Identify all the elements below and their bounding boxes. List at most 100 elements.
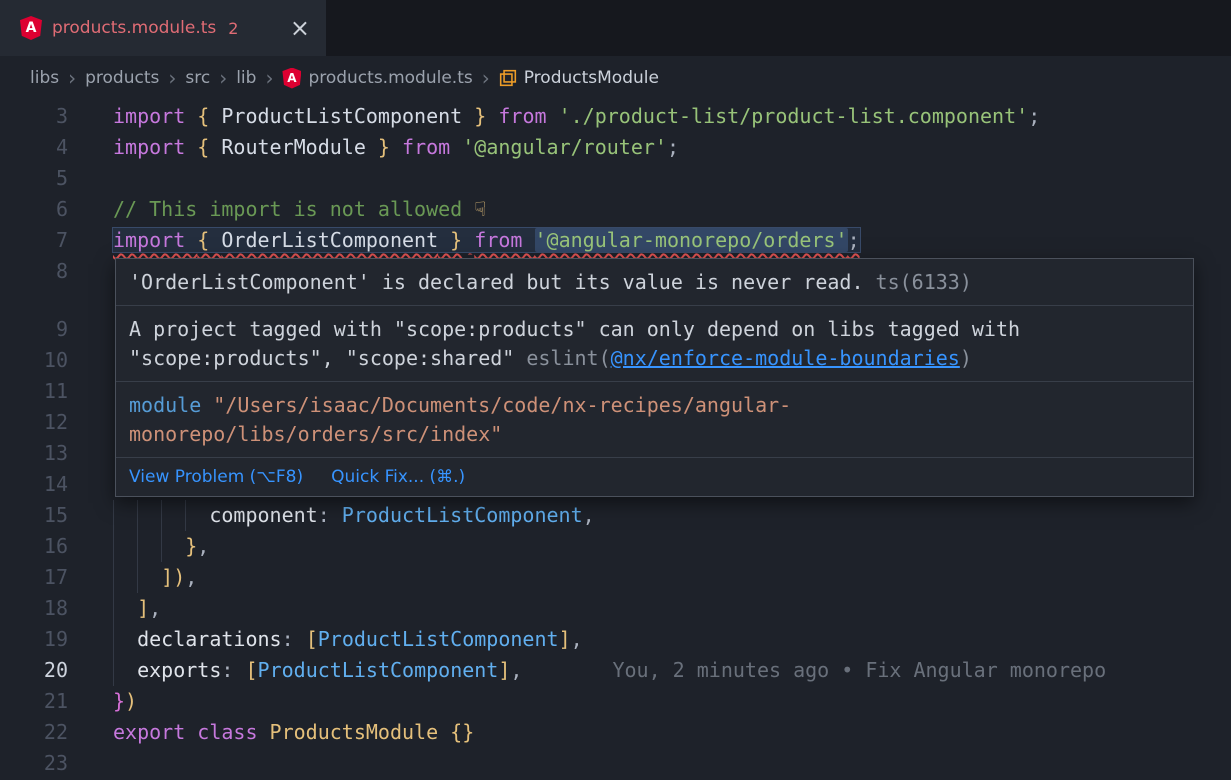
breadcrumb-item-products-module-ts[interactable]: Aproducts.module.ts [282,68,472,89]
code-token [113,534,185,558]
line-number: 23 [0,748,68,779]
code-line-4[interactable]: 4 import { RouterModule } from '@angular/… [0,132,1231,163]
code-token: './product-list/product-list.component' [559,104,1029,128]
code-line-21[interactable]: 21}) [0,686,1231,717]
code-text[interactable]: declarations: [ProductListComponent], [113,624,583,655]
code-line-6[interactable]: 6// This import is not allowed ☟ [0,194,1231,225]
code-token: ProductListComponent [342,503,583,527]
code-token: ] [559,627,571,651]
code-line-17[interactable]: 17 ]), [0,562,1231,593]
code-token [113,565,161,589]
code-token [462,228,474,252]
code-token: ] [137,596,149,620]
module-path-text-1: "/Users/isaac/Documents/code/nx-recipes/… [213,393,791,417]
code-token: '@angular/router' [462,135,667,159]
code-token: : [318,503,342,527]
module-path-line-1: module"/Users/isaac/Documents/code/nx-re… [129,391,1180,420]
line-number: 9 [0,314,68,345]
code-editor[interactable]: 'OrderListComponent' is declared but its… [0,100,1231,780]
code-text[interactable]: }) [113,686,137,717]
code-token: component [209,503,317,527]
code-token: {} [450,720,474,744]
code-token: ProductListComponent [258,658,499,682]
code-text[interactable]: }, [113,531,209,562]
code-token: ; [667,135,679,159]
code-line-18[interactable]: 18 ], [0,593,1231,624]
tab-title: products.module.ts [52,18,216,38]
line-number: 4 [0,132,68,163]
code-text[interactable]: import { OrderListComponent } from '@ang… [113,225,860,256]
line-number: 8 [0,256,68,287]
code-text[interactable]: import { ProductListComponent } from './… [113,101,1040,132]
code-text[interactable]: component: ProductListComponent, [113,500,595,531]
code-line-15[interactable]: 15 component: ProductListComponent, [0,500,1231,531]
code-line-3[interactable]: 3import { ProductListComponent } from '.… [0,101,1231,132]
code-token: OrderListComponent [221,228,438,252]
code-line-7[interactable]: 7import { OrderListComponent } from '@an… [0,225,1231,256]
view-problem-action[interactable]: View Problem (⌥F8) [129,467,303,487]
code-text[interactable]: // This import is not allowed ☟ [113,194,486,225]
line-number: 16 [0,531,68,562]
code-text[interactable]: export class ProductsModule {} [113,717,474,748]
code-token: { [197,135,221,159]
hover-eslint-diagnostic: A project tagged with "scope:products" c… [116,305,1193,381]
quick-fix-action[interactable]: Quick Fix... (⌘.) [331,467,465,487]
breadcrumb-item-products[interactable]: products [85,68,159,88]
angular-icon-letter: A [287,71,296,85]
code-token: { [197,104,221,128]
code-token: , [571,627,583,651]
code-token: } [462,104,486,128]
code-line-23[interactable]: 23 [0,748,1231,779]
code-token: [ [306,627,318,651]
breadcrumb-item-productsmodule[interactable]: ProductsModule [499,68,659,88]
code-token: : [282,627,306,651]
code-text[interactable]: exports: [ProductListComponent],You, 2 m… [113,655,1106,686]
angular-file-icon: A [282,68,301,89]
eslint-message-line-1: A project tagged with "scope:products" c… [129,315,1180,344]
breadcrumb-item-lib[interactable]: lib [236,68,256,88]
code-token: import [113,135,197,159]
editor-tab-bar: A products.module.ts 2 × [0,0,1231,56]
error-underlined-statement[interactable]: import { OrderListComponent } from '@ang… [113,228,860,252]
code-token: } [185,534,197,558]
code-token: [ [245,658,257,682]
tab-problems-badge: 2 [228,19,238,38]
tab-products-module-ts[interactable]: A products.module.ts 2 × [0,0,326,56]
code-text[interactable]: import { RouterModule } from '@angular/r… [113,132,679,163]
code-token: ☟ [474,197,486,221]
code-token: ) [125,689,137,713]
code-token: ; [1028,104,1040,128]
code-text[interactable]: ]), [113,562,197,593]
breadcrumb-item-libs[interactable]: libs [30,68,59,88]
code-line-22[interactable]: 22export class ProductsModule {} [0,717,1231,748]
code-token [113,503,209,527]
code-text[interactable]: ], [113,593,161,624]
breadcrumb-item-src[interactable]: src [185,68,210,88]
code-line-16[interactable]: 16 }, [0,531,1231,562]
code-line-20[interactable]: 20 exports: [ProductListComponent],You, … [0,655,1231,686]
code-token: , [583,503,595,527]
code-line-19[interactable]: 19 declarations: [ProductListComponent], [0,624,1231,655]
eslint-rule-link[interactable]: @nx/enforce-module-boundaries [611,346,960,370]
code-token: ] [498,658,510,682]
code-token: declarations [137,627,282,651]
code-token: , [510,658,522,682]
code-token [438,720,450,744]
code-token: from [498,104,558,128]
breadcrumb-label: ProductsModule [524,68,659,88]
breadcrumb-label: libs [30,68,59,88]
line-number: 11 [0,376,68,407]
hover-ts-diagnostic: 'OrderListComponent' is declared but its… [116,259,1193,305]
code-token: import [113,104,197,128]
chevron-right-icon: › [219,68,227,88]
breadcrumb-label: products.module.ts [308,68,472,88]
line-number: 14 [0,469,68,500]
angular-icon-letter: A [26,20,37,36]
breadcrumb: libs›products›src›lib›Aproducts.module.t… [0,56,1231,100]
code-line-5[interactable]: 5 [0,163,1231,194]
tab-close-icon[interactable]: × [290,16,310,40]
code-token: class [197,720,269,744]
breadcrumb-label: src [185,68,210,88]
class-symbol-icon [499,69,517,87]
eslint-message-line-2-text: "scope:products", "scope:shared" [129,346,514,370]
